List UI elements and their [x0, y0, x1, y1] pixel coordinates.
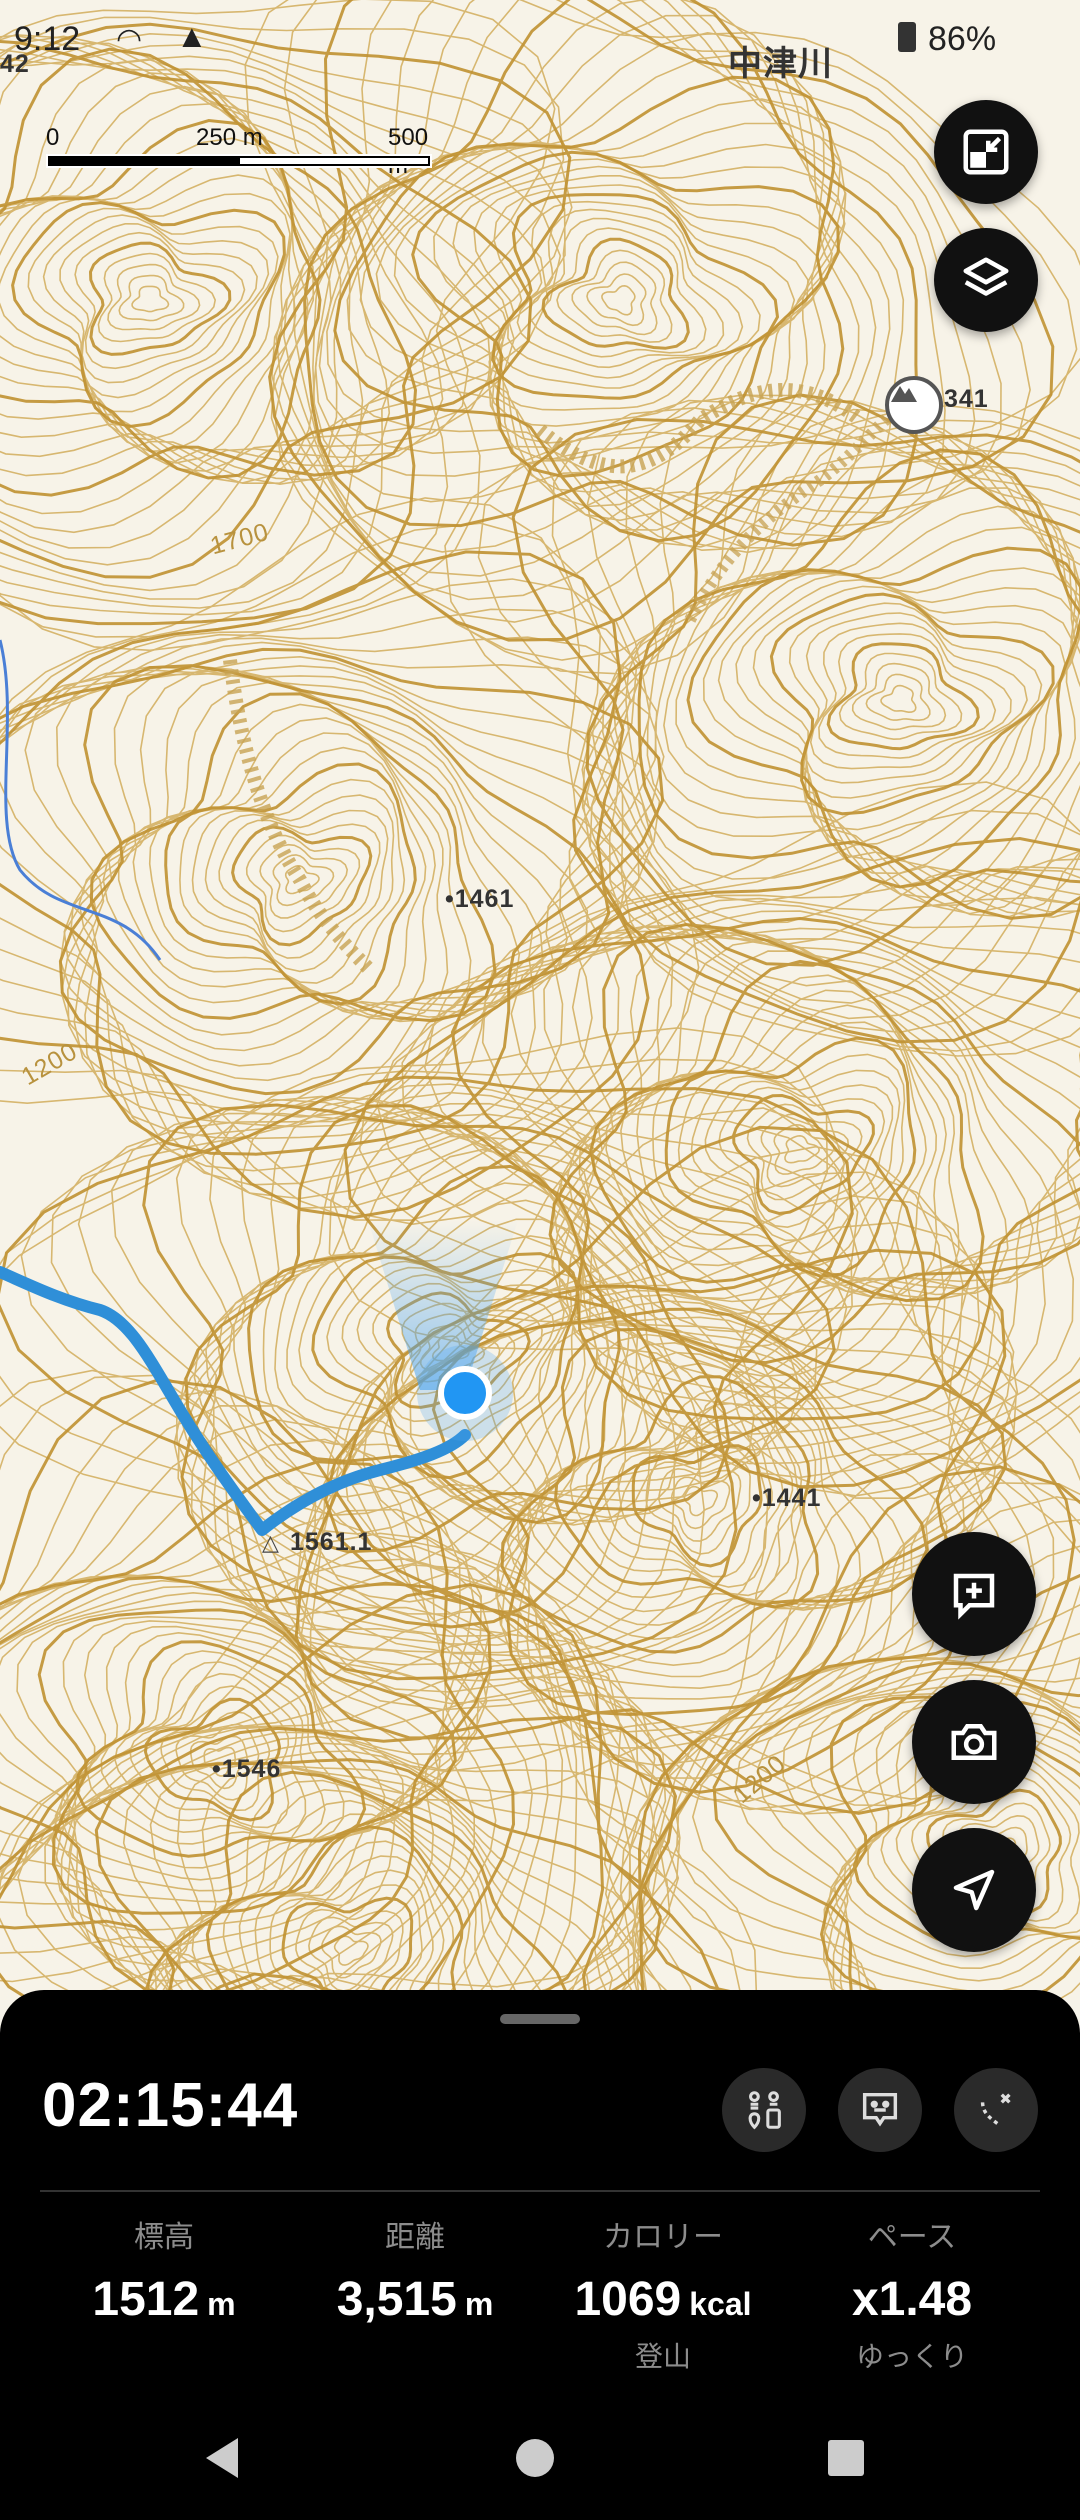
map-label-1461: •1461	[445, 885, 515, 913]
scale-end: 500 m	[388, 124, 429, 179]
map-label-1546: •1546	[212, 1755, 282, 1783]
elapsed-time: 02:15:44	[42, 2071, 299, 2140]
navigation-arrow-icon	[953, 1869, 995, 1911]
recents-square-icon	[828, 2440, 864, 2476]
stat-sub: 登山	[634, 2341, 691, 2372]
sheet-drag-handle[interactable]	[500, 2014, 580, 2024]
stat-value: x1.48	[851, 2273, 973, 2326]
map-label-peak-341: 341	[944, 385, 989, 413]
stat-pace: ペース x1.48 ゆっくり	[792, 2212, 1032, 2375]
checkpoint-icon	[748, 2091, 781, 2130]
locate-button[interactable]	[912, 1828, 1036, 1952]
status-bar: 9:12 ◠ ▲ 86%	[0, 0, 1080, 80]
stat-label: カロリー	[603, 2221, 723, 2254]
message-face-icon	[862, 2092, 898, 2127]
scale-bar: 0 250 m 500 m	[46, 124, 432, 179]
layers-button[interactable]	[934, 228, 1038, 332]
status-time: 9:12	[14, 20, 81, 58]
stat-label: ペース	[867, 2221, 957, 2254]
stat-value: 3,515 m	[336, 2273, 494, 2326]
peak-marker-icon[interactable]	[885, 376, 943, 434]
checkpoint-button[interactable]	[722, 2068, 806, 2152]
fullscreen-button[interactable]	[934, 100, 1038, 204]
sheet-divider	[40, 2190, 1040, 2192]
wifi-icon: ◠	[116, 23, 143, 56]
fullscreen-exit-icon	[963, 129, 1009, 175]
system-nav-bar	[0, 2395, 1080, 2520]
map-label-1441: •1441	[752, 1484, 822, 1512]
camera-button[interactable]	[912, 1680, 1036, 1804]
message-button[interactable]	[838, 2068, 922, 2152]
add-memo-button[interactable]	[912, 1532, 1036, 1656]
current-location-dot	[438, 1366, 492, 1420]
triangulation-point-icon: △	[262, 1530, 279, 1555]
scale-start: 0	[46, 124, 60, 151]
scale-mid: 250 m	[196, 124, 263, 151]
stat-value: 1512 m	[92, 2273, 236, 2326]
add-note-icon	[953, 1573, 995, 1620]
stat-label: 距離	[385, 2221, 445, 2254]
activity-sheet[interactable]: 02:15:44 標高 1512 m 距離 3,515 m カロリー 1069 kca…	[0, 1990, 1080, 2395]
stat-elevation: 標高 1512 m	[44, 2212, 284, 2327]
stat-value: 1069 kcal	[574, 2273, 752, 2326]
camera-icon	[951, 1724, 997, 1760]
battery-percent: 86%	[928, 20, 997, 58]
home-circle-icon	[516, 2439, 554, 2477]
stat-calories: カロリー 1069 kcal 登山	[543, 2212, 783, 2375]
route-cancel-icon	[980, 2093, 1011, 2127]
layers-icon	[963, 257, 1009, 296]
stat-distance: 距離 3,515 m	[295, 2212, 535, 2327]
back-triangle-icon	[206, 2438, 238, 2478]
map-label-1561: 1561.1	[290, 1528, 373, 1556]
scale-bar-line	[46, 154, 432, 168]
stat-sub: ゆっくり	[855, 2341, 968, 2372]
battery-icon	[898, 22, 916, 52]
warning-icon: ▲	[176, 18, 208, 54]
home-button[interactable]	[507, 2430, 563, 2486]
route-off-button[interactable]	[954, 2068, 1038, 2152]
recents-button[interactable]	[818, 2430, 874, 2486]
stat-label: 標高	[134, 2221, 194, 2254]
back-button[interactable]	[194, 2430, 250, 2486]
topographic-map[interactable]: 42 中津川 341 •1461 •1441 1561.1 △ •1546 17…	[0, 0, 1080, 2000]
